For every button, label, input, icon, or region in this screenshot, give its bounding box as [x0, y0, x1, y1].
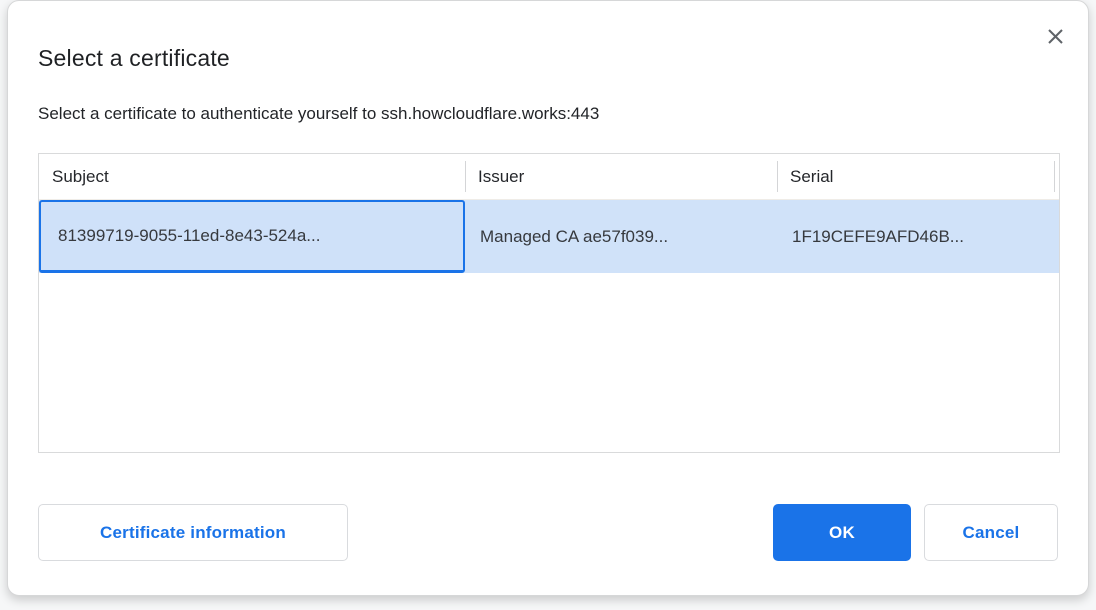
cell-issuer[interactable]: Managed CA ae57f039...: [465, 200, 777, 273]
close-button[interactable]: [1040, 21, 1070, 51]
ok-button[interactable]: OK: [773, 504, 911, 561]
page-background: Select a certificate Select a certificat…: [0, 0, 1096, 610]
cancel-button[interactable]: Cancel: [924, 504, 1058, 561]
column-header-serial[interactable]: Serial: [777, 154, 1054, 199]
select-certificate-dialog: Select a certificate Select a certificat…: [7, 0, 1089, 596]
certificate-information-button[interactable]: Certificate information: [38, 504, 348, 561]
certificate-table: Subject Issuer Serial 81399719-9055-11ed…: [38, 153, 1060, 453]
dialog-subtitle: Select a certificate to authenticate you…: [38, 104, 599, 124]
table-header-row: Subject Issuer Serial: [39, 154, 1059, 200]
column-header-stub: [1054, 154, 1059, 199]
dialog-title: Select a certificate: [38, 45, 230, 72]
column-header-subject[interactable]: Subject: [39, 154, 465, 199]
certificate-row-selected[interactable]: 81399719-9055-11ed-8e43-524a... Managed …: [39, 200, 1059, 273]
column-header-issuer[interactable]: Issuer: [465, 154, 777, 199]
close-icon: [1046, 27, 1065, 46]
cell-subject[interactable]: 81399719-9055-11ed-8e43-524a...: [39, 200, 465, 273]
cell-serial[interactable]: 1F19CEFE9AFD46B...: [777, 200, 1054, 273]
